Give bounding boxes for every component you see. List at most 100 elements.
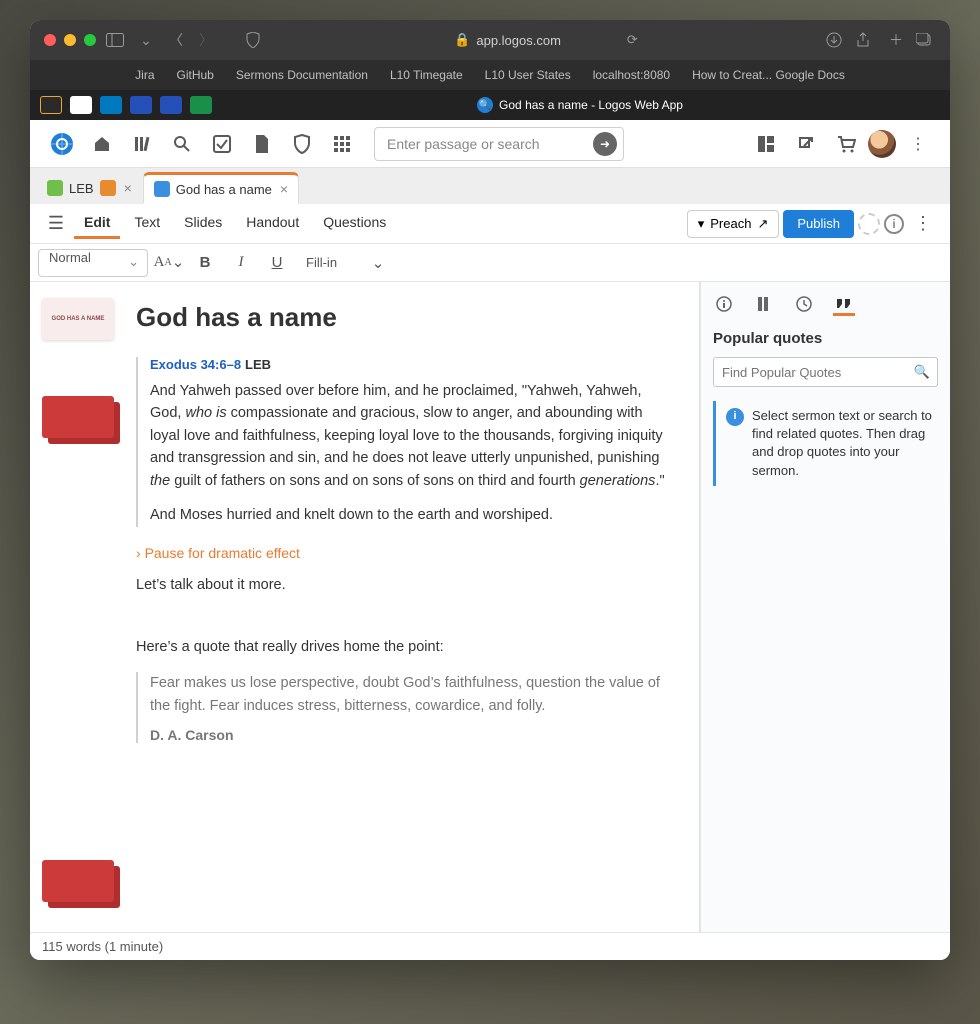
browser-titlebar: ⌄ 〈 〉 🔒 app.logos.com ⟳ ＋ bbox=[30, 20, 950, 60]
sidebar-tab-info-icon[interactable] bbox=[713, 294, 735, 316]
sidebar-tab-quotes-icon[interactable] bbox=[833, 294, 855, 316]
hamburger-icon[interactable]: ☰ bbox=[42, 213, 70, 234]
sermon-title[interactable]: God has a name bbox=[136, 302, 676, 333]
reload-icon[interactable]: ⟳ bbox=[627, 32, 638, 48]
quote-author[interactable]: D. A. Carson bbox=[150, 727, 676, 743]
doc-tab-label: LEB bbox=[69, 181, 94, 196]
pinned-tab[interactable] bbox=[160, 96, 182, 114]
cue-note[interactable]: Pause for dramatic effect bbox=[136, 545, 676, 561]
tip-text: Select sermon text or search to find rel… bbox=[752, 407, 938, 480]
more-menu-icon[interactable]: ⋮ bbox=[900, 126, 936, 162]
quote-text[interactable]: Fear makes us lose perspective, doubt Go… bbox=[150, 672, 676, 717]
panel-more-icon[interactable]: ⋮ bbox=[908, 213, 938, 234]
bookmark-item[interactable]: How to Creat... Google Docs bbox=[692, 68, 845, 82]
underline-button[interactable]: U bbox=[262, 249, 292, 277]
scripture-reference[interactable]: Exodus 34:6–8LEB bbox=[150, 357, 676, 372]
user-avatar[interactable] bbox=[868, 130, 896, 158]
url-text: app.logos.com bbox=[476, 33, 561, 48]
close-window-button[interactable] bbox=[44, 34, 56, 46]
slide-thumb-title[interactable] bbox=[42, 298, 114, 340]
italic-button[interactable]: I bbox=[226, 249, 256, 277]
bookmark-item[interactable]: L10 Timegate bbox=[390, 68, 463, 82]
pinned-tab[interactable] bbox=[40, 96, 62, 114]
sidebar-tip: i Select sermon text or search to find r… bbox=[713, 401, 938, 486]
shield-icon[interactable] bbox=[246, 32, 266, 48]
doc-tab-leb[interactable]: LEB × bbox=[36, 172, 143, 204]
forward-button: 〉 bbox=[196, 30, 216, 50]
format-toolbar: Normal AA⌄ B I U Fill-in ⌄ bbox=[30, 244, 950, 282]
editor-menu: ☰ Edit Text Slides Handout Questions ▾ P… bbox=[30, 204, 950, 244]
search-placeholder: Enter passage or search bbox=[387, 136, 540, 152]
bookmark-item[interactable]: L10 User States bbox=[485, 68, 571, 82]
slide-thumb-quote[interactable] bbox=[42, 860, 114, 902]
layout-icon[interactable] bbox=[748, 126, 784, 162]
pinned-tab[interactable] bbox=[70, 96, 92, 114]
paragraph[interactable]: Let’s talk about it more. bbox=[136, 575, 676, 597]
tab-overview-icon[interactable] bbox=[916, 33, 936, 47]
new-tab-icon[interactable]: ＋ bbox=[886, 30, 906, 50]
pinned-tab[interactable] bbox=[190, 96, 212, 114]
sidebar-tab-history-icon[interactable] bbox=[793, 294, 815, 316]
library-icon[interactable] bbox=[124, 126, 160, 162]
editor-content[interactable]: God has a name Exodus 34:6–8LEB And Yahw… bbox=[130, 282, 700, 932]
word-count: 115 words (1 minute) bbox=[42, 939, 163, 954]
export-icon[interactable] bbox=[788, 126, 824, 162]
document-icon[interactable] bbox=[244, 126, 280, 162]
filter-icon: ▾ bbox=[698, 216, 705, 232]
zoom-window-button[interactable] bbox=[84, 34, 96, 46]
fillin-button[interactable]: Fill-in bbox=[298, 249, 345, 277]
paragraph-style-select[interactable]: Normal bbox=[38, 249, 148, 277]
shield-outline-icon[interactable] bbox=[284, 126, 320, 162]
logos-logo-icon[interactable] bbox=[44, 126, 80, 162]
font-size-button[interactable]: AA⌄ bbox=[154, 249, 184, 277]
pinned-tab[interactable] bbox=[130, 96, 152, 114]
favicon-icon: 🔍 bbox=[477, 97, 493, 113]
share-icon[interactable] bbox=[856, 32, 876, 48]
cart-icon[interactable] bbox=[828, 126, 864, 162]
editor-body: God has a name Exodus 34:6–8LEB And Yahw… bbox=[30, 282, 950, 932]
preach-button[interactable]: ▾ Preach ↗ bbox=[687, 210, 780, 238]
link-chip-icon bbox=[100, 180, 116, 196]
menu-questions[interactable]: Questions bbox=[313, 208, 396, 239]
search-icon[interactable]: 🔍 bbox=[914, 364, 930, 380]
downloads-icon[interactable] bbox=[826, 32, 846, 48]
passage-search-input[interactable]: Enter passage or search ➜ bbox=[374, 127, 624, 161]
sidebar-heading: Popular quotes bbox=[713, 330, 938, 347]
paragraph[interactable]: Here’s a quote that really drives home t… bbox=[136, 637, 676, 659]
sidebar-tab-passages-icon[interactable] bbox=[753, 294, 775, 316]
close-icon[interactable]: × bbox=[124, 180, 132, 196]
bookmark-item[interactable]: localhost:8080 bbox=[593, 68, 670, 82]
search-icon[interactable] bbox=[164, 126, 200, 162]
search-go-icon[interactable]: ➜ bbox=[593, 132, 617, 156]
scripture-text[interactable]: And Yahweh passed over before him, and h… bbox=[150, 380, 676, 492]
pinned-tab[interactable] bbox=[100, 96, 122, 114]
bookmark-item[interactable]: GitHub bbox=[177, 68, 214, 82]
url-bar[interactable]: 🔒 app.logos.com ⟳ bbox=[276, 32, 816, 48]
window-controls bbox=[44, 34, 96, 46]
bold-button[interactable]: B bbox=[190, 249, 220, 277]
quotes-search-input[interactable] bbox=[713, 357, 938, 387]
info-icon[interactable]: i bbox=[884, 214, 904, 234]
doc-tab-sermon[interactable]: God has a name × bbox=[143, 172, 299, 204]
back-button[interactable]: 〈 bbox=[166, 30, 186, 50]
scripture-block: Exodus 34:6–8LEB And Yahweh passed over … bbox=[136, 357, 676, 527]
publish-button[interactable]: Publish bbox=[783, 210, 854, 238]
bookmark-item[interactable]: Jira bbox=[135, 68, 154, 82]
checkbox-icon[interactable] bbox=[204, 126, 240, 162]
sidebar-tabs bbox=[713, 294, 938, 316]
sidebar-toggle-icon[interactable] bbox=[106, 33, 126, 47]
scripture-text[interactable]: And Moses hurried and knelt down to the … bbox=[150, 504, 676, 526]
bookmark-item[interactable]: Sermons Documentation bbox=[236, 68, 368, 82]
apps-grid-icon[interactable] bbox=[324, 126, 360, 162]
home-icon[interactable] bbox=[84, 126, 120, 162]
minimize-window-button[interactable] bbox=[64, 34, 76, 46]
menu-slides[interactable]: Slides bbox=[174, 208, 232, 239]
menu-handout[interactable]: Handout bbox=[236, 208, 309, 239]
tab-dropdown-icon[interactable]: ⌄ bbox=[136, 32, 156, 49]
menu-text[interactable]: Text bbox=[124, 208, 170, 239]
slide-thumb-scripture[interactable] bbox=[42, 396, 114, 438]
menu-edit[interactable]: Edit bbox=[74, 208, 120, 239]
browser-tab-active[interactable]: 🔍 God has a name - Logos Web App bbox=[220, 97, 940, 113]
close-icon[interactable]: × bbox=[280, 181, 288, 197]
format-more-icon[interactable]: ⌄ bbox=[363, 249, 393, 277]
